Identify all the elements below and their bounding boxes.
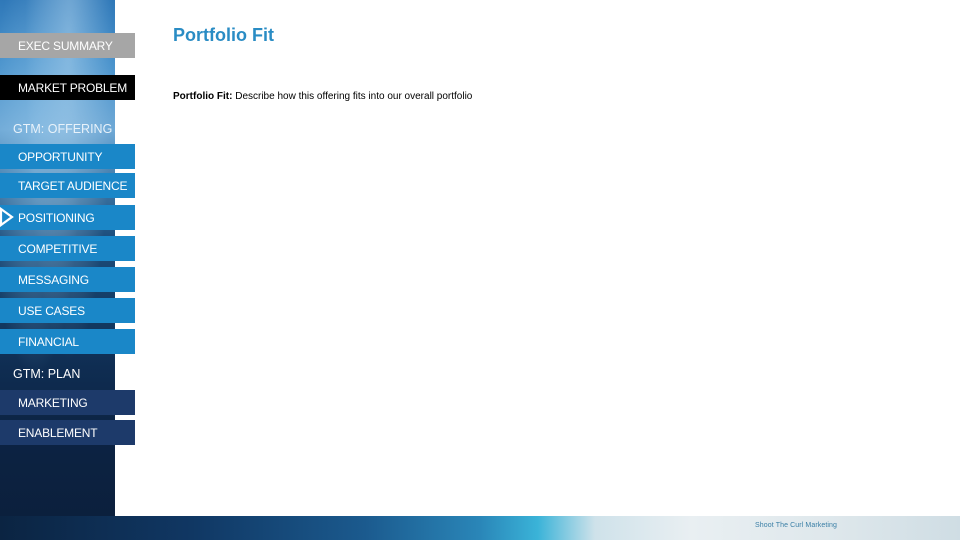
nav-item-market-problem[interactable]: MARKET PROBLEM	[0, 75, 135, 100]
nav-item-label: FINANCIAL	[18, 334, 79, 349]
nav-item-label: COMPETITIVE	[18, 241, 98, 256]
nav-item-use-cases[interactable]: USE CASES	[0, 298, 135, 323]
nav-item-label: MESSAGING	[18, 272, 89, 287]
footer-brand-text: Shoot The Curl Marketing	[755, 522, 838, 529]
description-label: Portfolio Fit:	[173, 91, 233, 102]
nav-item-exec-summary[interactable]: EXEC SUMMARY	[0, 33, 135, 58]
nav-item-label: EXEC SUMMARY	[18, 38, 113, 53]
section-header-gtm-offering: GTM: OFFERING	[13, 122, 113, 136]
section-header-gtm-plan: GTM: PLAN	[13, 367, 81, 381]
nav-item-label: TARGET AUDIENCE	[18, 178, 128, 193]
nav-item-opportunity[interactable]: OPPORTUNITY	[0, 144, 135, 169]
page-title: Portfolio Fit	[173, 25, 274, 45]
nav-item-target-audience[interactable]: TARGET AUDIENCE	[0, 173, 135, 198]
nav-item-messaging[interactable]: MESSAGING	[0, 267, 135, 292]
nav-item-enablement[interactable]: ENABLEMENT	[0, 420, 135, 445]
nav-item-label: MARKET PROBLEM	[18, 80, 128, 95]
nav-item-label: ENABLEMENT	[18, 425, 98, 440]
nav-item-label: POSITIONING	[18, 210, 95, 225]
nav-item-label: OPPORTUNITY	[18, 149, 103, 164]
active-item-triangle-icon	[0, 207, 14, 227]
nav-item-label: MARKETING	[18, 395, 88, 410]
description-text: Describe how this offering fits into our…	[232, 91, 473, 102]
nav-item-financial[interactable]: FINANCIAL	[0, 329, 135, 354]
nav-item-label: USE CASES	[18, 303, 85, 318]
nav-item-marketing[interactable]: MARKETING	[0, 390, 135, 415]
nav-item-positioning[interactable]: POSITIONING	[0, 205, 135, 230]
page-description: Portfolio Fit: Describe how this offerin…	[173, 91, 472, 102]
nav-item-competitive[interactable]: COMPETITIVE	[0, 236, 135, 261]
